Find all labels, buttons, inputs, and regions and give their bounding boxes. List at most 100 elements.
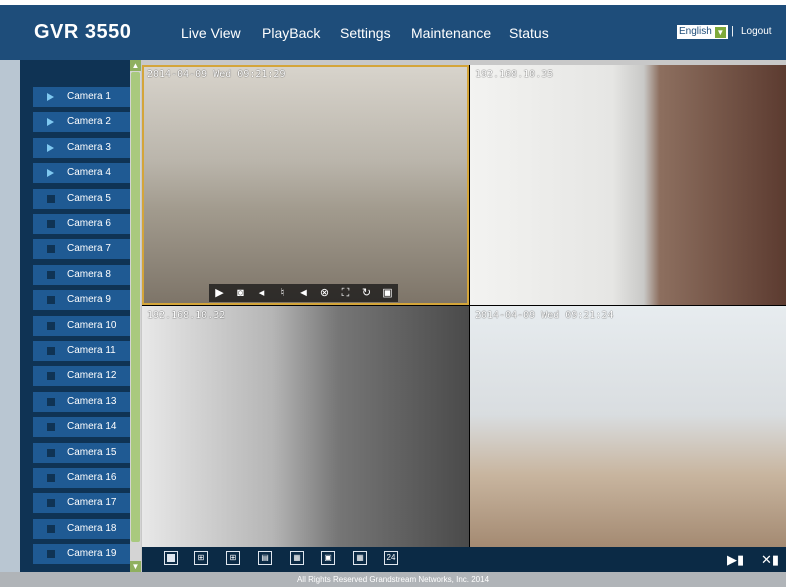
camera-button-7[interactable]: Camera 7 (33, 239, 130, 260)
camera-label: Camera 19 (67, 548, 117, 560)
camera-button-1[interactable]: Camera 1 (33, 87, 130, 107)
logout-link[interactable]: Logout (741, 26, 772, 37)
camera-label: Camera 14 (67, 421, 117, 433)
refresh-icon[interactable]: ↻ (360, 286, 374, 300)
camera-button-10[interactable]: Camera 10 (33, 315, 130, 336)
layout-4-button[interactable]: ⊞ (194, 551, 208, 565)
mute-icon[interactable]: ◂ (255, 286, 269, 300)
camera-button-11[interactable]: Camera 11 (33, 341, 130, 361)
footer-copyright: All Rights Reserved Grandstream Networks… (0, 572, 786, 587)
camera-button-19[interactable]: Camera 19 (33, 544, 130, 565)
nav-playback[interactable]: PlayBack (262, 25, 320, 41)
video-view-3[interactable]: 192.168.10.32 (142, 306, 469, 547)
play-icon (47, 93, 54, 101)
camera-label: Camera 11 (67, 345, 116, 356)
stop-record-icon[interactable]: ✕▮ (761, 552, 779, 568)
camera-label: Camera 1 (67, 91, 111, 102)
camera-button-17[interactable]: Camera 17 (33, 493, 130, 514)
camera-button-16[interactable]: Camera 16 (33, 468, 130, 488)
layout-24-label: 24 (386, 553, 396, 562)
layout-16-button[interactable]: ▦ (353, 551, 367, 565)
close-stream-icon[interactable]: ⊗ (318, 286, 332, 300)
layout-16-icon: ▦ (356, 553, 364, 562)
camera-status-icon (47, 474, 55, 482)
camera-label: Camera 7 (67, 243, 111, 255)
video-view-4[interactable]: 2014-04-09 Wed 09:21:24 (470, 306, 786, 547)
camera-label: Camera 8 (67, 268, 111, 280)
camera-label: Camera 6 (67, 218, 111, 229)
camera-label: Camera 13 (67, 395, 117, 407)
language-value: English (679, 26, 712, 37)
layout-toolbar: ⊞ ⊞ ▤ ▦ ▣ ▦ 24 ▶▮ ✕▮ (142, 547, 786, 572)
top-header: GVR 3550 Live View PlayBack Settings Mai… (0, 5, 786, 60)
camera-button-18[interactable]: Camera 18 (33, 518, 130, 539)
view-toolbar: ▶ ◙ ◂ ♮ ◄ ⊗ ⛶ ↻ ▣ (209, 284, 398, 302)
camera-status-icon (47, 423, 55, 432)
video-view-1[interactable]: 2014-04-09 Wed 09:21:29 ▶ ◙ ◂ ♮ ◄ ⊗ ⛶ ↻ … (142, 65, 469, 305)
fullscreen-icon[interactable]: ⛶ (339, 286, 353, 300)
layout-13-button[interactable]: ▣ (321, 551, 335, 565)
camera-label: Camera 10 (67, 319, 117, 331)
camera-button-8[interactable]: Camera 8 (33, 264, 130, 285)
camera-list: Camera 1 Camera 2 Camera 3 Camera 4 Camera 5… (20, 60, 130, 572)
camera-status-icon (47, 448, 55, 457)
camera-status-icon (47, 372, 55, 381)
video-osd: 2014-04-09 Wed 09:21:24 (475, 310, 614, 321)
camera-button-6[interactable]: Camera 6 (33, 214, 130, 234)
camera-label: Camera 5 (67, 192, 111, 204)
camera-button-15[interactable]: Camera 15 (33, 442, 130, 463)
camera-label: Camera 16 (67, 472, 117, 483)
camera-status-icon (47, 220, 55, 228)
snapshot-icon[interactable]: ◙ (234, 286, 248, 300)
camera-label: Camera 9 (67, 294, 111, 306)
layout-1-icon (167, 554, 175, 562)
camera-status-icon (47, 550, 55, 559)
camera-status-icon (47, 245, 55, 254)
nav-maintenance[interactable]: Maintenance (411, 25, 491, 41)
camera-button-9[interactable]: Camera 9 (33, 290, 130, 311)
layout-8-button[interactable]: ▤ (258, 551, 272, 565)
microphone-icon[interactable]: ♮ (276, 286, 290, 300)
camera-status-icon (47, 499, 55, 508)
camera-button-2[interactable]: Camera 2 (33, 112, 130, 133)
nav-settings[interactable]: Settings (340, 25, 391, 41)
camera-button-5[interactable]: Camera 5 (33, 188, 130, 209)
camera-button-3[interactable]: Camera 3 (33, 137, 130, 158)
scrollbar-thumb[interactable] (131, 72, 140, 542)
nav-status[interactable]: Status (509, 25, 549, 41)
video-view-2[interactable]: 192.168.10.35 (470, 65, 786, 305)
layout-9-button[interactable]: ▦ (290, 551, 304, 565)
nav-live-view[interactable]: Live View (181, 25, 241, 41)
layout-24-button[interactable]: 24 (384, 551, 398, 565)
scroll-up-icon[interactable]: ▲ (130, 60, 141, 71)
camera-button-12[interactable]: Camera 12 (33, 366, 130, 387)
play-icon (47, 143, 54, 152)
layout-13-icon: ▣ (324, 553, 332, 562)
camera-list-scrollbar[interactable]: ▲ ▼ (130, 60, 141, 572)
picture-icon[interactable]: ▣ (381, 286, 395, 300)
ptz-icon[interactable]: ◄ (297, 286, 311, 300)
language-select[interactable]: English ▼ (677, 25, 728, 39)
camera-button-13[interactable]: Camera 13 (33, 391, 130, 412)
layout-6-icon: ⊞ (229, 553, 237, 562)
play-icon (47, 169, 54, 178)
camera-button-14[interactable]: Camera 14 (33, 417, 130, 438)
record-icon[interactable]: ▶ (213, 286, 227, 300)
play-icon (47, 118, 54, 127)
layout-6-button[interactable]: ⊞ (226, 551, 240, 565)
camera-status-icon (47, 296, 55, 305)
layout-1-button[interactable] (164, 551, 178, 565)
brand-logo: GVR 3550 (34, 21, 132, 43)
camera-label: Camera 3 (67, 141, 111, 153)
camera-label: Camera 12 (67, 370, 117, 382)
chevron-down-icon: ▼ (714, 26, 726, 38)
camera-label: Camera 18 (67, 522, 117, 534)
record-all-icon[interactable]: ▶▮ (727, 552, 744, 568)
camera-button-4[interactable]: Camera 4 (33, 163, 130, 184)
video-osd: 192.168.10.35 (475, 69, 554, 80)
camera-status-icon (47, 194, 55, 203)
camera-status-icon (47, 321, 55, 330)
scroll-down-icon[interactable]: ▼ (130, 561, 141, 572)
layout-8-icon: ▤ (261, 553, 269, 562)
camera-label: Camera 15 (67, 446, 117, 458)
